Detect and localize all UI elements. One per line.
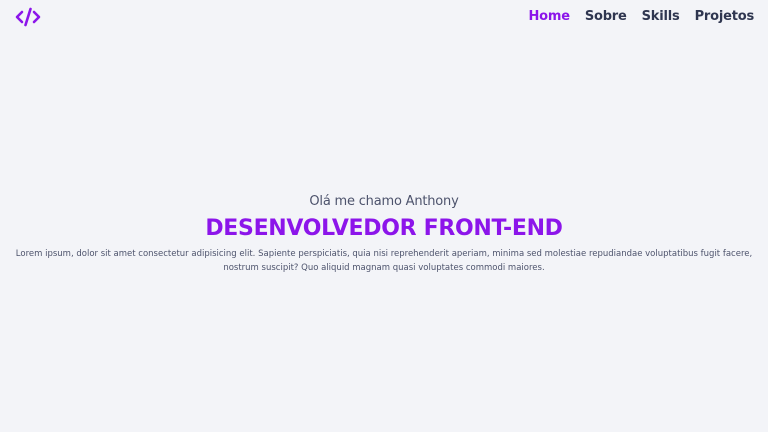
navbar: Home Sobre Skills Projetos — [0, 0, 768, 36]
portfolio-page: Home Sobre Skills Projetos Olá me chamo … — [0, 0, 768, 432]
nav-sobre[interactable]: Sobre — [585, 9, 627, 24]
nav-skills[interactable]: Skills — [642, 9, 680, 24]
code-brackets-icon[interactable] — [15, 7, 41, 27]
nav-home[interactable]: Home — [528, 9, 570, 24]
nav-projetos[interactable]: Projetos — [695, 9, 755, 24]
hero-bio: Lorem ipsum, dolor sit amet consectetur … — [15, 249, 753, 273]
hero-section: Olá me chamo Anthony DESENVOLVEDOR FRONT… — [0, 193, 768, 275]
hero-title: DESENVOLVEDOR FRONT-END — [205, 216, 563, 241]
main-nav: Home Sobre Skills Projetos — [528, 9, 754, 24]
hero-greeting: Olá me chamo Anthony — [309, 194, 459, 209]
